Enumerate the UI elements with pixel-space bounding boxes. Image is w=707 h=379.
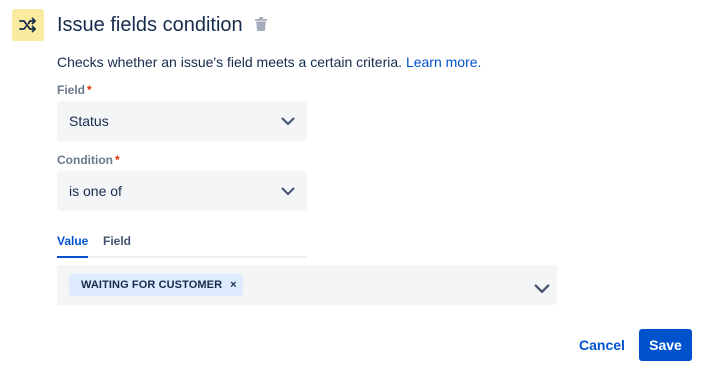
chevron-down-icon (281, 187, 295, 195)
values-multi-select[interactable]: WAITING FOR CUSTOMER × (57, 265, 557, 305)
required-asterisk: * (114, 153, 120, 167)
trash-icon[interactable] (255, 17, 269, 33)
field-label-text: Field (57, 83, 86, 97)
rule-component-panel: Issue fields condition Checks whether an… (0, 0, 707, 379)
remove-tag-icon[interactable]: × (230, 279, 236, 291)
tab-value[interactable]: Value (57, 234, 88, 248)
condition-select-value: is one of (69, 183, 122, 199)
condition-label: Condition * (57, 153, 120, 167)
condition-label-text: Condition (57, 153, 113, 167)
cancel-button[interactable]: Cancel (570, 329, 634, 361)
description: Checks whether an issue's field meets a … (57, 53, 481, 71)
field-select-value: Status (69, 113, 109, 129)
field-select[interactable]: Status (57, 101, 307, 141)
field-label: Field * (57, 83, 92, 97)
description-text: Checks whether an issue's field meets a … (57, 54, 403, 70)
chevron-down-icon (281, 117, 295, 125)
value-tag-label: WAITING FOR CUSTOMER (81, 279, 223, 291)
active-tab-indicator (57, 256, 88, 258)
page-title: Issue fields condition (57, 14, 243, 36)
condition-select[interactable]: is one of (57, 171, 307, 211)
learn-more-link[interactable]: Learn more. (406, 54, 481, 70)
save-button[interactable]: Save (639, 329, 692, 361)
value-tag: WAITING FOR CUSTOMER × (69, 274, 243, 296)
required-asterisk: * (87, 83, 92, 97)
shuffle-icon (12, 9, 44, 41)
value-field-tabs: Value Field (57, 232, 307, 258)
chevron-down-icon[interactable] (534, 281, 550, 297)
tab-field[interactable]: Field (103, 234, 131, 248)
